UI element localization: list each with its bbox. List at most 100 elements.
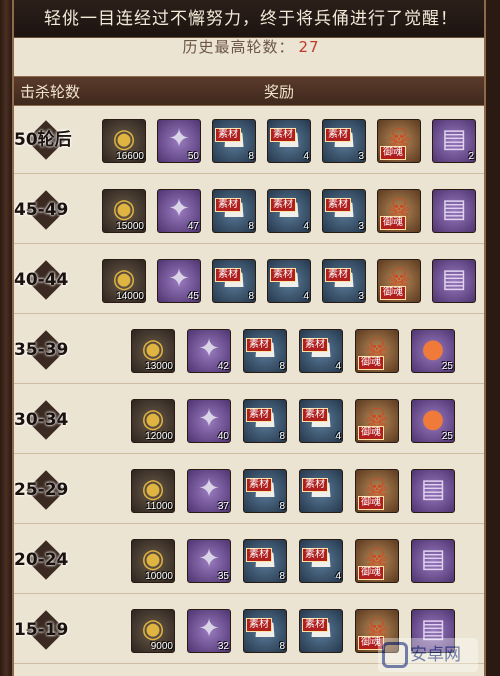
item-count: 3 bbox=[358, 221, 364, 232]
reward-item-slot[interactable]: ☠ 御魂 bbox=[355, 469, 399, 513]
reward-item-slot[interactable]: ☗素材4 bbox=[299, 539, 343, 583]
material-tag: 素材 bbox=[302, 338, 328, 352]
soul-tag: 御魂 bbox=[358, 496, 384, 510]
reward-item-slot[interactable]: ✦ 47 bbox=[157, 189, 201, 233]
reward-item-slot[interactable]: ☠ 御魂 bbox=[377, 259, 421, 303]
reward-item-slot[interactable]: ☗素材8 bbox=[243, 609, 287, 653]
reward-item-slot[interactable]: ◉ 14000 bbox=[102, 259, 146, 303]
item-count: 4 bbox=[303, 151, 309, 162]
reward-item-slot[interactable]: ◉ 16600 bbox=[102, 119, 146, 163]
reward-item-slot[interactable]: ✦ 37 bbox=[187, 469, 231, 513]
item-count: 40 bbox=[217, 431, 229, 442]
reward-item-slot[interactable]: ☗素材3 bbox=[322, 189, 366, 233]
material-tag: 素材 bbox=[270, 198, 296, 212]
item-count: 15000 bbox=[116, 221, 144, 232]
material-tag: 素材 bbox=[246, 618, 272, 632]
item-count: 42 bbox=[217, 361, 229, 372]
round-range-label: 50轮后 bbox=[14, 130, 72, 150]
item-count: 8 bbox=[279, 361, 285, 372]
header-rounds: 击杀轮数 bbox=[20, 83, 81, 101]
reward-item-slot[interactable]: ☠ 御魂 bbox=[355, 399, 399, 443]
reward-item-slot[interactable]: ✦ 42 bbox=[187, 329, 231, 373]
item-count: 8 bbox=[248, 221, 254, 232]
reward-item-slot[interactable]: ☗素材8 bbox=[212, 189, 256, 233]
reward-row: 35-39◉13000✦42☗素材8☗素材4☠御魂●25 bbox=[14, 318, 484, 384]
reward-item-slot[interactable]: ▤ bbox=[432, 189, 476, 233]
reward-item-slot[interactable]: ☗素材8 bbox=[243, 539, 287, 583]
item-count: 45 bbox=[187, 291, 199, 302]
reward-item-slot[interactable]: ☗素材3 bbox=[322, 119, 366, 163]
reward-item-slot[interactable]: ● 25 bbox=[411, 399, 455, 443]
item-count: 8 bbox=[279, 501, 285, 512]
watermark-logo-icon bbox=[382, 642, 408, 668]
watermark-text: 安卓网 bbox=[410, 645, 461, 665]
best-round-label: 历史最高轮数： bbox=[182, 38, 295, 56]
reward-item-slot[interactable]: ☗素材4 bbox=[267, 259, 311, 303]
reward-item-slot[interactable]: ✦ 40 bbox=[187, 399, 231, 443]
scroll-icon: ▤ bbox=[420, 544, 446, 574]
reward-row: 50轮后 ◉16600✦50☗素材8☗素材4☗素材3☠御魂▤2 bbox=[14, 108, 484, 174]
table-header: 击杀轮数 奖励 bbox=[14, 76, 484, 106]
item-count: 16600 bbox=[116, 151, 144, 162]
best-round-record: 历史最高轮数： 27 bbox=[14, 36, 484, 58]
item-count: 47 bbox=[187, 221, 199, 232]
item-count: 4 bbox=[335, 361, 341, 372]
reward-item-slot[interactable]: ▤ bbox=[411, 469, 455, 513]
reward-item-slot[interactable]: ☗素材8 bbox=[243, 329, 287, 373]
reward-item-slot[interactable]: ◉ 12000 bbox=[131, 399, 175, 443]
reward-item-slot[interactable]: ▤ 2 bbox=[432, 119, 476, 163]
material-tag: 素材 bbox=[246, 478, 272, 492]
item-count: 12000 bbox=[145, 431, 173, 442]
reward-row: 25-29◉11000✦37☗素材8☗素材☠御魂▤ bbox=[14, 458, 484, 524]
reward-item-slot[interactable]: ☗素材8 bbox=[212, 259, 256, 303]
round-range: 40-44 bbox=[14, 260, 102, 300]
reward-item-slot[interactable]: ◉ 13000 bbox=[131, 329, 175, 373]
reward-item-slot[interactable]: ☗素材3 bbox=[322, 259, 366, 303]
soul-tag: 御魂 bbox=[380, 146, 406, 160]
round-range: 15-19 bbox=[14, 610, 102, 650]
reward-item-slot[interactable]: ☗素材8 bbox=[212, 119, 256, 163]
reward-row: 30-34 ◉12000 ✦40 ☗素材8 ☗素材4 ☠御魂 ●25 bbox=[14, 388, 484, 454]
round-range: 30-34 bbox=[14, 400, 102, 440]
reward-item-slot[interactable]: ◉ 10000 bbox=[131, 539, 175, 583]
item-count: 4 bbox=[303, 221, 309, 232]
item-count: 35 bbox=[217, 571, 229, 582]
reward-item-slot[interactable]: ● 25 bbox=[411, 329, 455, 373]
reward-item-slot[interactable]: ✦ 45 bbox=[157, 259, 201, 303]
reward-item-slot[interactable]: ◉ 15000 bbox=[102, 189, 146, 233]
scroll-icon: ▤ bbox=[420, 474, 446, 504]
reward-item-slot[interactable]: ✦ 35 bbox=[187, 539, 231, 583]
item-count: 25 bbox=[441, 361, 453, 372]
material-tag: 素材 bbox=[215, 128, 241, 142]
reward-item-slot[interactable]: ☗素材8 bbox=[243, 399, 287, 443]
reward-item-slot[interactable]: ☠ 御魂 bbox=[355, 329, 399, 373]
soul-tag: 御魂 bbox=[358, 426, 384, 440]
reward-item-slot[interactable]: ☗素材4 bbox=[299, 329, 343, 373]
round-range-label: 25-29 bbox=[14, 480, 69, 500]
material-tag: 素材 bbox=[302, 408, 328, 422]
reward-item-slot[interactable]: ☠ 御魂 bbox=[377, 189, 421, 233]
reward-item-slot[interactable]: ▤ bbox=[411, 539, 455, 583]
material-tag: 素材 bbox=[302, 478, 328, 492]
reward-item-slot[interactable]: ☗素材 bbox=[299, 609, 343, 653]
reward-item-slot[interactable]: ▤ bbox=[432, 259, 476, 303]
soul-tag: 御魂 bbox=[380, 216, 406, 230]
reward-item-slot[interactable]: ☗素材4 bbox=[299, 399, 343, 443]
reward-item-slot[interactable]: ✦ 32 bbox=[187, 609, 231, 653]
reward-item-slot[interactable]: ☗素材4 bbox=[267, 119, 311, 163]
reward-item-slot[interactable]: ☗素材4 bbox=[267, 189, 311, 233]
material-tag: 素材 bbox=[302, 618, 328, 632]
item-count: 37 bbox=[217, 501, 229, 512]
reward-row: 45-49◉15000✦47☗素材8☗素材4☗素材3☠御魂▤ bbox=[14, 178, 484, 244]
round-range: 20-24 bbox=[14, 540, 102, 580]
reward-item-slot[interactable]: ☗素材8 bbox=[243, 469, 287, 513]
reward-item-slot[interactable]: ◉ 11000 bbox=[131, 469, 175, 513]
reward-item-slot[interactable]: ☠ 御魂 bbox=[377, 119, 421, 163]
reward-item-slot[interactable]: ✦ 50 bbox=[157, 119, 201, 163]
reward-item-slot[interactable]: ☠ 御魂 bbox=[355, 539, 399, 583]
item-count: 8 bbox=[248, 291, 254, 302]
round-range-label: 30-34 bbox=[14, 410, 69, 430]
reward-item-slot[interactable]: ☗素材 bbox=[299, 469, 343, 513]
item-count: 8 bbox=[279, 431, 285, 442]
reward-item-slot[interactable]: ◉ 9000 bbox=[131, 609, 175, 653]
